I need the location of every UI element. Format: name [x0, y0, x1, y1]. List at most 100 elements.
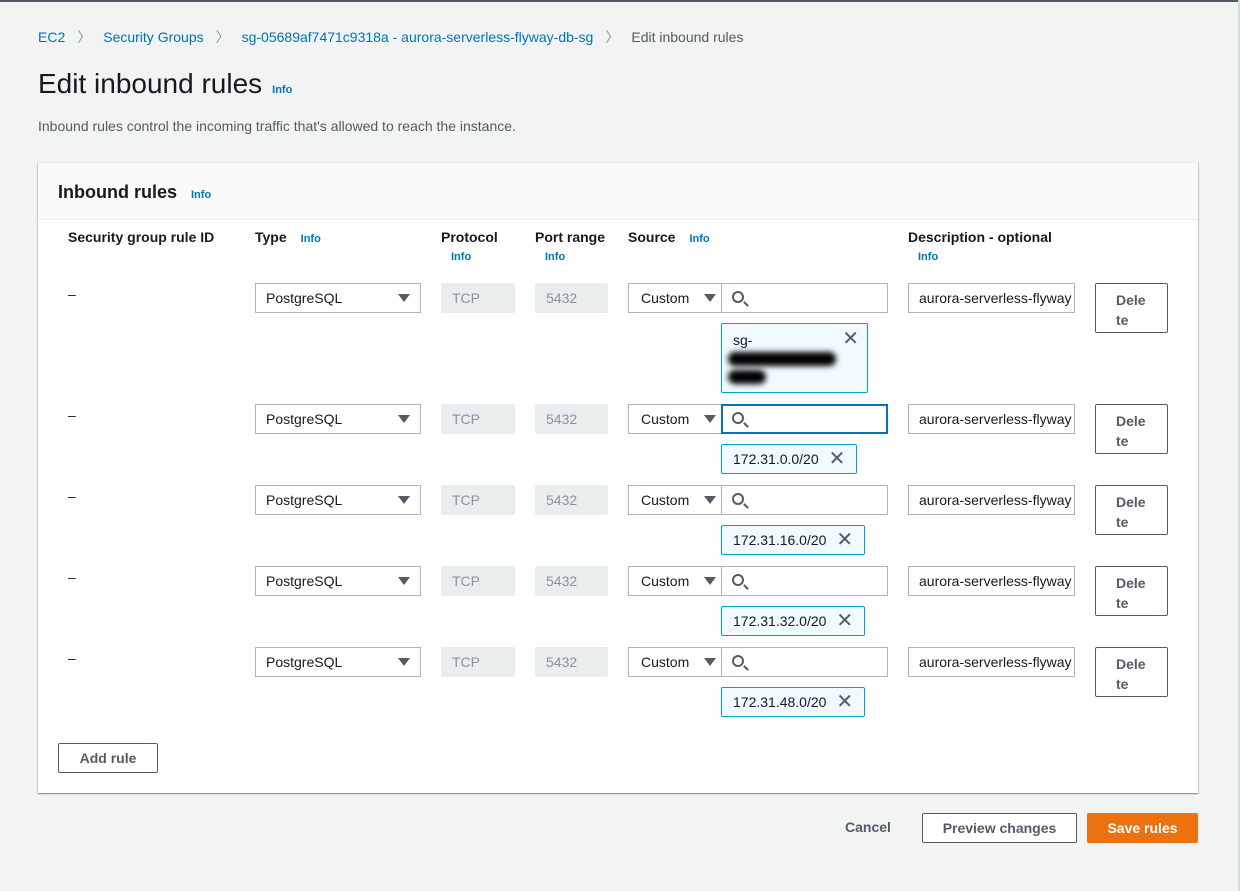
- save-rules-button[interactable]: Save rules: [1087, 813, 1198, 843]
- source-token: 172.31.48.0/20 ✕: [721, 687, 866, 717]
- source-token: 172.31.32.0/20 ✕: [721, 606, 866, 636]
- breadcrumb-current: Edit inbound rules: [631, 29, 744, 45]
- panel-title: Inbound rules: [58, 182, 177, 202]
- column-description: Description - optional: [908, 229, 1052, 245]
- protocol-field: TCP: [441, 404, 515, 434]
- source-token: 172.31.0.0/20 ✕: [721, 444, 858, 474]
- token-label: 172.31.16.0/20: [733, 532, 827, 548]
- page-header: Edit inbound rules Info: [38, 68, 292, 100]
- port-range-field: 5432: [535, 647, 608, 677]
- breadcrumb-security-groups[interactable]: Security Groups: [103, 29, 203, 45]
- delete-label: te: [1116, 595, 1129, 611]
- search-icon: [732, 655, 744, 667]
- source-search-input[interactable]: [721, 404, 888, 434]
- source-type-select[interactable]: Custom: [628, 485, 722, 515]
- protocol-field: TCP: [441, 485, 515, 515]
- protocol-field: TCP: [441, 283, 515, 313]
- chevron-right-icon: 〉: [77, 29, 92, 45]
- rule-id: –: [68, 569, 76, 585]
- type-select[interactable]: PostgreSQL: [255, 647, 421, 677]
- column-rule-id: Security group rule ID: [68, 229, 215, 245]
- delete-rule-button[interactable]: Dele te: [1095, 647, 1168, 697]
- description-input[interactable]: aurora-serverless-flyway: [908, 566, 1075, 596]
- token-label: 172.31.32.0/20: [733, 613, 827, 629]
- remove-token-icon[interactable]: ✕: [829, 449, 846, 469]
- breadcrumb: EC2 〉 Security Groups 〉 sg-05689af7471c9…: [38, 27, 743, 47]
- caret-down-icon: [398, 577, 410, 585]
- breadcrumb-security-group[interactable]: sg-05689af7471c9318a - aurora-serverless…: [242, 29, 594, 45]
- protocol-field: TCP: [441, 566, 515, 596]
- delete-rule-button[interactable]: Dele te: [1095, 566, 1168, 616]
- caret-down-icon: [398, 415, 410, 423]
- source-type-select[interactable]: Custom: [628, 647, 722, 677]
- column-port-range: Port range: [535, 229, 606, 245]
- rule-id: –: [68, 488, 76, 504]
- delete-label: Dele: [1116, 413, 1146, 429]
- source-type-select[interactable]: Custom: [628, 566, 722, 596]
- remove-token-icon[interactable]: ✕: [836, 692, 853, 712]
- type-select[interactable]: PostgreSQL: [255, 283, 421, 313]
- delete-rule-button[interactable]: Dele te: [1095, 283, 1168, 333]
- source-type-select[interactable]: Custom: [628, 404, 722, 434]
- type-value: PostgreSQL: [266, 290, 343, 306]
- source-search-input[interactable]: [721, 647, 888, 677]
- caret-down-icon: [704, 496, 716, 504]
- redacted-text: [728, 370, 766, 384]
- caret-down-icon: [704, 294, 716, 302]
- type-select[interactable]: PostgreSQL: [255, 404, 421, 434]
- source-search-input[interactable]: [721, 485, 888, 515]
- source-type-value: Custom: [641, 654, 690, 670]
- source-info-link[interactable]: Info: [689, 233, 709, 245]
- token-label: sg-: [733, 332, 753, 348]
- type-select[interactable]: PostgreSQL: [255, 485, 421, 515]
- description-input[interactable]: aurora-serverless-flyway: [908, 485, 1075, 515]
- page-info-link[interactable]: Info: [272, 84, 292, 96]
- delete-label: Dele: [1116, 575, 1146, 591]
- type-info-link[interactable]: Info: [301, 233, 321, 245]
- port-range-field: 5432: [535, 283, 608, 313]
- redacted-text: [728, 352, 836, 366]
- type-value: PostgreSQL: [266, 573, 343, 589]
- search-icon: [732, 291, 744, 303]
- description-input[interactable]: aurora-serverless-flyway: [908, 647, 1075, 677]
- description-info-link[interactable]: Info: [918, 251, 938, 263]
- caret-down-icon: [704, 658, 716, 666]
- port-range-field: 5432: [535, 485, 608, 515]
- inbound-rules-panel: Inbound rules Info Security group rule I…: [38, 162, 1198, 793]
- source-search-input[interactable]: [721, 566, 888, 596]
- description-input[interactable]: aurora-serverless-flyway: [908, 283, 1075, 313]
- delete-label: te: [1116, 433, 1129, 449]
- caret-down-icon: [704, 577, 716, 585]
- source-token: sg- ✕: [721, 323, 868, 393]
- preview-changes-button[interactable]: Preview changes: [922, 813, 1077, 843]
- description-input[interactable]: aurora-serverless-flyway: [908, 404, 1075, 434]
- column-type: Type Info: [255, 229, 321, 245]
- source-type-value: Custom: [641, 411, 690, 427]
- add-rule-button[interactable]: Add rule: [58, 743, 158, 773]
- panel-info-link[interactable]: Info: [191, 189, 211, 201]
- remove-token-icon[interactable]: ✕: [836, 530, 853, 550]
- source-type-select[interactable]: Custom: [628, 283, 722, 313]
- port-range-field: 5432: [535, 404, 608, 434]
- token-label: 172.31.0.0/20: [733, 451, 819, 467]
- remove-token-icon[interactable]: ✕: [836, 611, 853, 631]
- protocol-info-link[interactable]: Info: [451, 251, 471, 263]
- caret-down-icon: [704, 415, 716, 423]
- rule-id: –: [68, 286, 76, 302]
- delete-rule-button[interactable]: Dele te: [1095, 404, 1168, 454]
- protocol-field: TCP: [441, 647, 515, 677]
- delete-rule-button[interactable]: Dele te: [1095, 485, 1168, 535]
- breadcrumb-ec2[interactable]: EC2: [38, 29, 65, 45]
- port-range-field: 5432: [535, 566, 608, 596]
- port-range-info-link[interactable]: Info: [545, 251, 565, 263]
- token-label: 172.31.48.0/20: [733, 694, 827, 710]
- panel-header: Inbound rules Info: [38, 163, 1198, 220]
- page-description: Inbound rules control the incoming traff…: [38, 118, 516, 134]
- source-search-input[interactable]: [721, 283, 888, 313]
- type-select[interactable]: PostgreSQL: [255, 566, 421, 596]
- remove-token-icon[interactable]: ✕: [842, 329, 859, 349]
- type-value: PostgreSQL: [266, 411, 343, 427]
- caret-down-icon: [398, 294, 410, 302]
- source-type-value: Custom: [641, 290, 690, 306]
- cancel-button[interactable]: Cancel: [834, 813, 902, 843]
